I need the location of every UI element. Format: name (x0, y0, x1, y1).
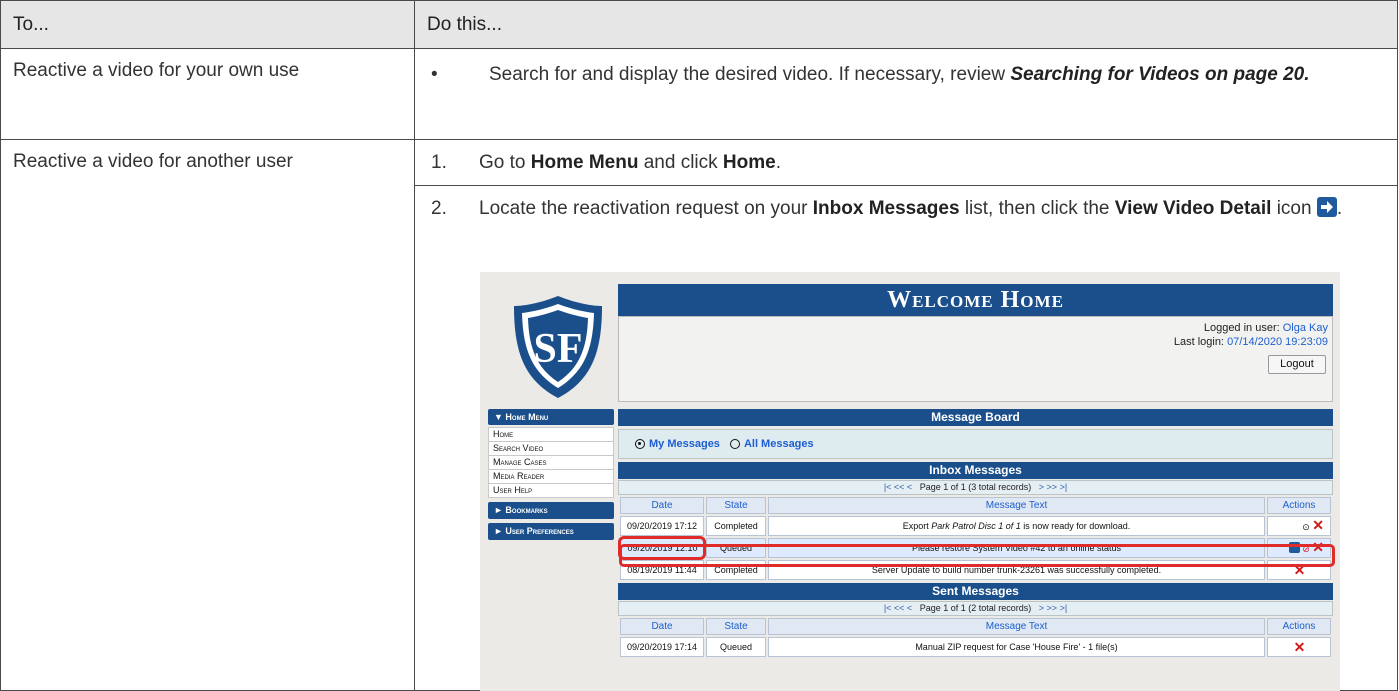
logout-button[interactable]: Logout (1268, 355, 1326, 374)
sidebar-item-user-help[interactable]: User Help (488, 484, 614, 498)
col-message-text: Message Text (768, 497, 1265, 514)
sent-title: Sent Messages (618, 583, 1333, 600)
user-info-panel: Logged in user: Olga Kay Last login: 07/… (618, 316, 1333, 402)
sent-table: Date State Message Text Actions 09/20/20… (618, 616, 1333, 659)
instructions-own-use: • Search for and display the desired vid… (414, 48, 1398, 140)
bullet: • (431, 64, 438, 85)
col-state: State (706, 497, 766, 514)
instruction-text: Search for and display the desired video… (489, 64, 1310, 85)
action-another-user: Reactive a video for another user (0, 139, 415, 691)
sidebar-item-search-video[interactable]: Search Video (488, 442, 614, 456)
view-video-detail-icon (1316, 197, 1337, 217)
step-1: 1. Go to Home Menu and click Home. (431, 152, 781, 173)
delete-icon[interactable]: ✕ (1294, 639, 1306, 655)
welcome-home-screenshot: SF Welcome Home Logged in user: Olga Kay… (480, 272, 1340, 691)
message-filter: My Messages All Messages (618, 429, 1333, 459)
inbox-table: Date State Message Text Actions 09/20/20… (618, 495, 1333, 582)
user-name: Olga Kay (1282, 322, 1328, 334)
sidebar-item-manage-cases[interactable]: Manage Cases (488, 456, 614, 470)
inbox-pager: |< << < Page 1 of 1 (3 total records) > … (618, 480, 1333, 495)
radio-selected-icon (635, 439, 645, 449)
inbox-title: Inbox Messages (618, 462, 1333, 479)
pager-next[interactable]: > >> >| (1039, 482, 1067, 492)
bookmarks-button[interactable]: ► Bookmarks (488, 502, 614, 519)
col-message-text: Message Text (768, 618, 1265, 635)
action-own-use: Reactive a video for your own use (0, 48, 415, 140)
cross-reference-link[interactable]: Searching for Videos on page 20. (1010, 64, 1309, 85)
radio-my-messages[interactable]: My Messages (635, 438, 720, 450)
column-header-do-this: Do this... (414, 0, 1398, 49)
svg-text:SF: SF (533, 326, 582, 372)
sf-shield-logo-icon: SF (514, 296, 602, 398)
user-preferences-button[interactable]: ► User Preferences (488, 523, 614, 540)
user-info: Logged in user: Olga Kay Last login: 07/… (1173, 322, 1328, 348)
delete-icon[interactable]: ✕ (1312, 517, 1324, 533)
highlight-outline (619, 544, 1335, 567)
pager-prev[interactable]: |< << < (884, 603, 912, 613)
sent-pager: |< << < Page 1 of 1 (2 total records) > … (618, 601, 1333, 616)
last-login: 07/14/2020 19:23:09 (1227, 336, 1328, 348)
col-state: State (706, 618, 766, 635)
pager-next[interactable]: > >> >| (1039, 603, 1067, 613)
table-row: 09/20/2019 17:14 Queued Manual ZIP reque… (620, 637, 1331, 657)
sidebar-item-media-reader[interactable]: Media Reader (488, 470, 614, 484)
home-menu-header[interactable]: ▼ Home Menu (488, 409, 614, 425)
download-icon[interactable]: ⊙ (1302, 522, 1310, 532)
col-date: Date (620, 618, 704, 635)
sidebar-item-home[interactable]: Home (488, 427, 614, 442)
message-board: Message Board My Messages All Messages I… (618, 409, 1333, 659)
welcome-banner: Welcome Home (618, 284, 1333, 316)
radio-all-messages[interactable]: All Messages (729, 438, 814, 450)
col-date: Date (620, 497, 704, 514)
message-board-title: Message Board (618, 409, 1333, 426)
pager-prev[interactable]: |< << < (884, 482, 912, 492)
sidebar: ▼ Home Menu Home Search Video Manage Cas… (488, 409, 614, 540)
column-header-to: To... (0, 0, 415, 49)
radio-empty-icon (729, 439, 740, 449)
col-actions: Actions (1267, 618, 1331, 635)
col-actions: Actions (1267, 497, 1331, 514)
step-2: 2. Locate the reactivation request on yo… (415, 185, 1397, 223)
table-row: 09/20/2019 17:12 Completed Export Park P… (620, 516, 1331, 536)
